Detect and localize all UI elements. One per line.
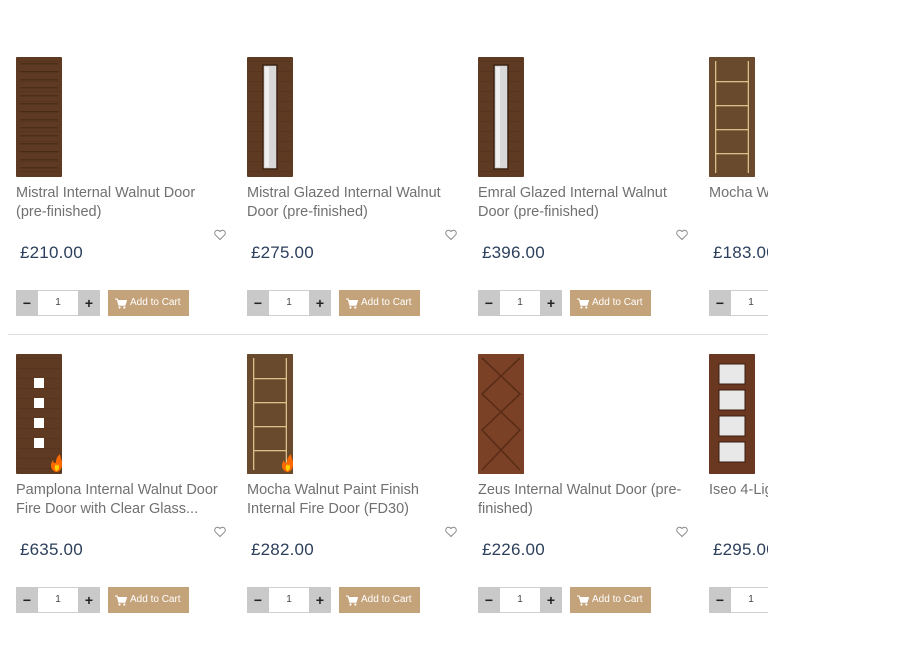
product-name[interactable]: Mocha W Internal I [709, 184, 768, 203]
quantity-stepper: − 1 + [709, 587, 768, 613]
quantity-input[interactable]: 1 [500, 587, 540, 613]
shopping-cart-icon [577, 595, 589, 606]
product-card: Mocha W Internal I £183.00 − 1 + Add to … [709, 57, 768, 327]
increase-qty-button[interactable]: + [540, 587, 562, 613]
quantity-stepper: − 1 + [478, 587, 562, 613]
product-name[interactable]: Pamplona Internal Walnut Door Fire Door … [16, 481, 228, 519]
row-divider [8, 334, 768, 335]
decrease-qty-button[interactable]: − [478, 587, 500, 613]
add-to-cart-label: Add to Cart [361, 297, 412, 308]
product-card: Zeus Internal Walnut Door (pre-finished)… [478, 354, 693, 624]
product-price: £210.00 [20, 243, 83, 262]
product-image[interactable] [709, 57, 755, 177]
product-image[interactable] [247, 57, 293, 177]
product-price: £396.00 [482, 243, 545, 262]
increase-qty-button[interactable]: + [78, 290, 100, 316]
product-name[interactable]: Mocha Walnut Paint Finish Internal Fire … [247, 481, 459, 519]
shopping-cart-icon [577, 298, 589, 309]
product-name[interactable]: Mistral Glazed Internal Walnut Door (pre… [247, 184, 459, 222]
add-to-cart-label: Add to Cart [130, 594, 181, 605]
product-price: £295.00 [713, 540, 768, 559]
product-card: Mistral Internal Walnut Door (pre-finish… [16, 57, 231, 327]
quantity-input[interactable]: 1 [500, 290, 540, 316]
product-image[interactable] [16, 354, 62, 474]
decrease-qty-button[interactable]: − [16, 587, 38, 613]
increase-qty-button[interactable]: + [78, 587, 100, 613]
decrease-qty-button[interactable]: − [247, 290, 269, 316]
product-image[interactable] [478, 57, 524, 177]
product-image[interactable] [16, 57, 62, 177]
heart-outline-icon[interactable] [676, 526, 688, 538]
product-name[interactable]: Iseo 4-Lig Internal I [709, 481, 768, 500]
quantity-input[interactable]: 1 [38, 587, 78, 613]
decrease-qty-button[interactable]: − [247, 587, 269, 613]
product-image[interactable] [247, 354, 293, 474]
product-price: £275.00 [251, 243, 314, 262]
add-to-cart-label: Add to Cart [592, 594, 643, 605]
product-price: £226.00 [482, 540, 545, 559]
heart-outline-icon[interactable] [445, 229, 457, 241]
product-name[interactable]: Emral Glazed Internal Walnut Door (pre-f… [478, 184, 690, 222]
add-to-cart-label: Add to Cart [361, 594, 412, 605]
heart-outline-icon[interactable] [214, 229, 226, 241]
product-name[interactable]: Mistral Internal Walnut Door (pre-finish… [16, 184, 228, 222]
product-price: £183.00 [713, 243, 768, 262]
shopping-cart-icon [346, 298, 358, 309]
product-name[interactable]: Zeus Internal Walnut Door (pre-finished) [478, 481, 690, 519]
quantity-stepper: − 1 + [709, 290, 768, 316]
product-card: Mistral Glazed Internal Walnut Door (pre… [247, 57, 462, 327]
increase-qty-button[interactable]: + [309, 587, 331, 613]
shopping-cart-icon [115, 298, 127, 309]
product-card: Pamplona Internal Walnut Door Fire Door … [16, 354, 231, 624]
add-to-cart-label: Add to Cart [130, 297, 181, 308]
quantity-stepper: − 1 + [16, 587, 100, 613]
quantity-stepper: − 1 + [247, 290, 331, 316]
add-to-cart-button[interactable]: Add to Cart [339, 290, 420, 316]
add-to-cart-button[interactable]: Add to Cart [339, 587, 420, 613]
decrease-qty-button[interactable]: − [709, 587, 731, 613]
quantity-input[interactable]: 1 [38, 290, 78, 316]
heart-outline-icon[interactable] [445, 526, 457, 538]
add-to-cart-button[interactable]: Add to Cart [108, 587, 189, 613]
product-grid: Mistral Internal Walnut Door (pre-finish… [0, 0, 768, 670]
quantity-input[interactable]: 1 [269, 290, 309, 316]
add-to-cart-button[interactable]: Add to Cart [570, 587, 651, 613]
quantity-stepper: − 1 + [16, 290, 100, 316]
add-to-cart-label: Add to Cart [592, 297, 643, 308]
heart-outline-icon[interactable] [214, 526, 226, 538]
product-image[interactable] [478, 354, 524, 474]
product-card: Emral Glazed Internal Walnut Door (pre-f… [478, 57, 693, 327]
decrease-qty-button[interactable]: − [709, 290, 731, 316]
product-price: £282.00 [251, 540, 314, 559]
decrease-qty-button[interactable]: − [16, 290, 38, 316]
add-to-cart-button[interactable]: Add to Cart [570, 290, 651, 316]
add-to-cart-button[interactable]: Add to Cart [108, 290, 189, 316]
product-card: Iseo 4-Lig Internal I £295.00 − 1 + Add … [709, 354, 768, 624]
quantity-input[interactable]: 1 [731, 290, 768, 316]
decrease-qty-button[interactable]: − [478, 290, 500, 316]
product-price: £635.00 [20, 540, 83, 559]
quantity-input[interactable]: 1 [269, 587, 309, 613]
quantity-stepper: − 1 + [478, 290, 562, 316]
product-image[interactable] [709, 354, 755, 474]
heart-outline-icon[interactable] [676, 229, 688, 241]
increase-qty-button[interactable]: + [540, 290, 562, 316]
quantity-stepper: − 1 + [247, 587, 331, 613]
shopping-cart-icon [115, 595, 127, 606]
increase-qty-button[interactable]: + [309, 290, 331, 316]
quantity-input[interactable]: 1 [731, 587, 768, 613]
shopping-cart-icon [346, 595, 358, 606]
product-card: Mocha Walnut Paint Finish Internal Fire … [247, 354, 462, 624]
